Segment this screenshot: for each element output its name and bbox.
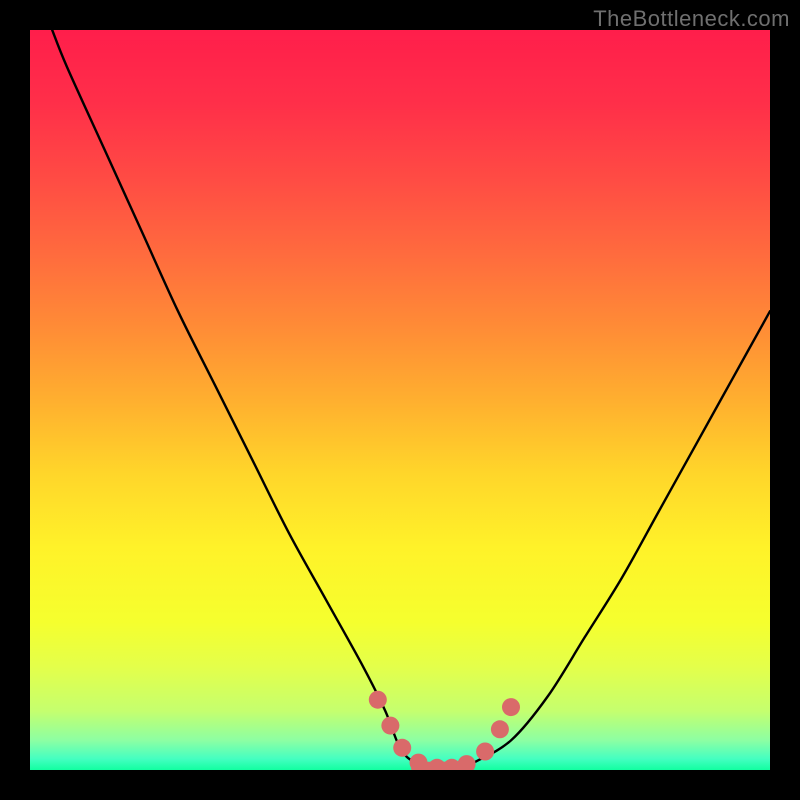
plot-area xyxy=(30,30,770,770)
marker-dot xyxy=(393,739,411,757)
watermark-text: TheBottleneck.com xyxy=(593,6,790,32)
marker-dot xyxy=(381,717,399,735)
highlight-markers xyxy=(369,691,520,770)
marker-dot xyxy=(502,698,520,716)
marker-dot xyxy=(491,720,509,738)
chart-frame: TheBottleneck.com xyxy=(0,0,800,800)
marker-dot xyxy=(369,691,387,709)
marker-dot xyxy=(476,743,494,761)
bottleneck-curve xyxy=(52,30,770,770)
valley-bar xyxy=(411,762,474,770)
curve-layer xyxy=(30,30,770,770)
